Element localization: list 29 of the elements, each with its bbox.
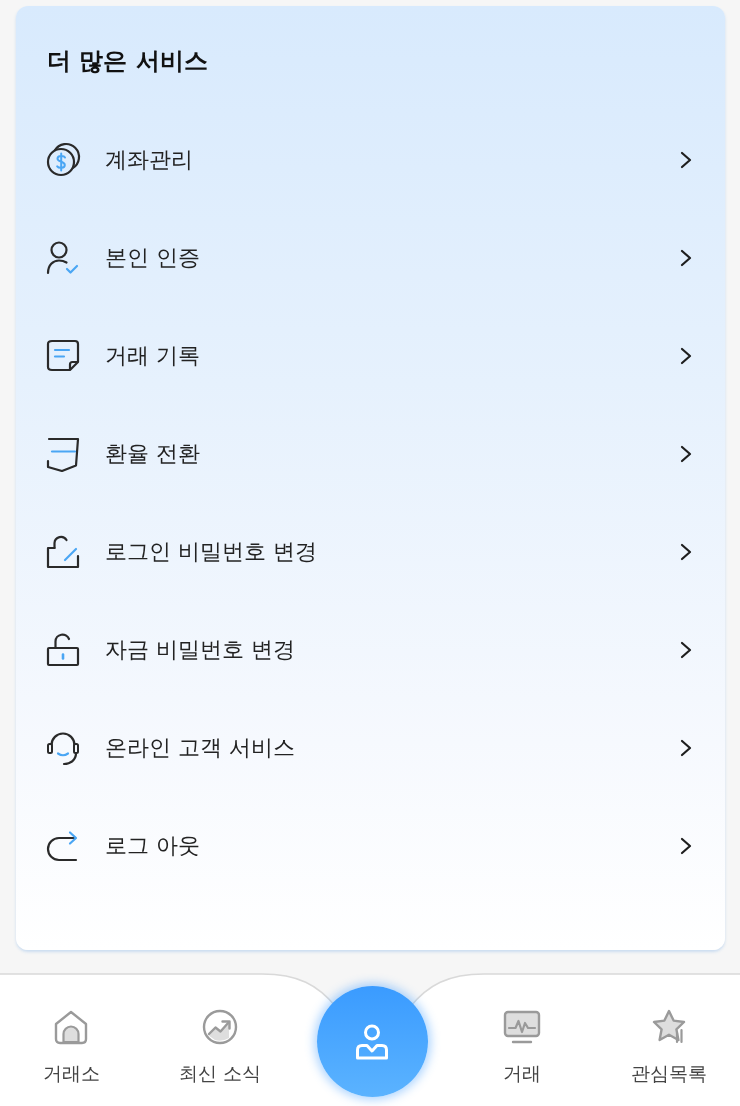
menu-item[interactable]: 로그 아웃 [16,797,725,895]
chevron-right-icon [680,347,692,365]
headset-icon [45,730,81,766]
tab[interactable]: 거래 [502,1007,542,1085]
menu-item[interactable]: 계좌관리 [16,111,725,209]
chevron-right-icon [680,249,692,267]
chevron-right-icon [680,151,692,169]
menu-item[interactable]: 환율 전환 [16,405,725,503]
chevron-right-icon [680,445,692,463]
menu-item[interactable]: 로그인 비밀번호 변경 [16,503,725,601]
chevron-right-icon [680,543,692,561]
menu-item[interactable]: 온라인 고객 서비스 [16,699,725,797]
menu-item[interactable]: 거래 기록 [16,307,725,405]
coins-dollar-icon [45,142,81,178]
chevron-right-icon [680,837,692,855]
menu-item[interactable]: 자금 비밀번호 변경 [16,601,725,699]
services-title: 더 많은 서비스 [47,46,209,77]
user-check-icon [45,240,81,276]
chevron-right-icon [680,739,692,757]
tab[interactable]: 거래소 [42,1007,100,1085]
lock-pen-icon [45,534,81,570]
tab[interactable]: 최신 소식 [178,1007,261,1085]
pocket-icon [45,436,81,472]
trend-up-icon [200,1007,240,1047]
chevron-right-icon [680,641,692,659]
note-icon [45,338,81,374]
unlock-icon [45,632,81,668]
menu-item[interactable]: 본인 인증 [16,209,725,307]
tab[interactable]: 관심목록 [631,1007,707,1085]
